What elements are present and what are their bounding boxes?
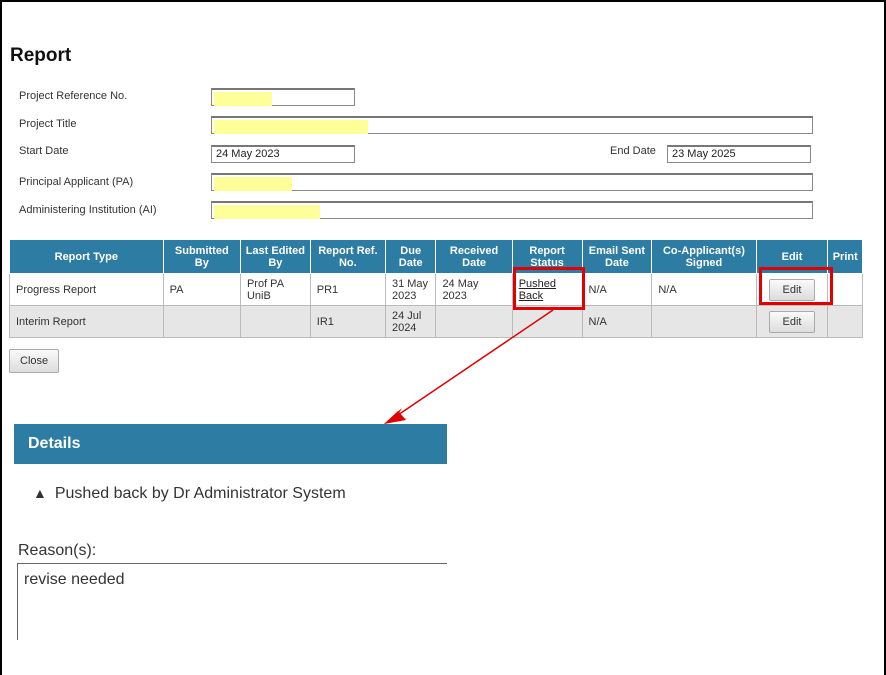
warning-icon: ▲ [33,485,47,501]
reason-textarea[interactable]: revise needed [17,563,447,640]
pushed-back-text: Pushed back by Dr Administrator System [54,485,346,502]
reason-label: Reason(s): [18,542,97,559]
details-header: Details [14,424,447,464]
pushed-back-message: ▲ Pushed back by Dr Administrator System [33,485,346,503]
